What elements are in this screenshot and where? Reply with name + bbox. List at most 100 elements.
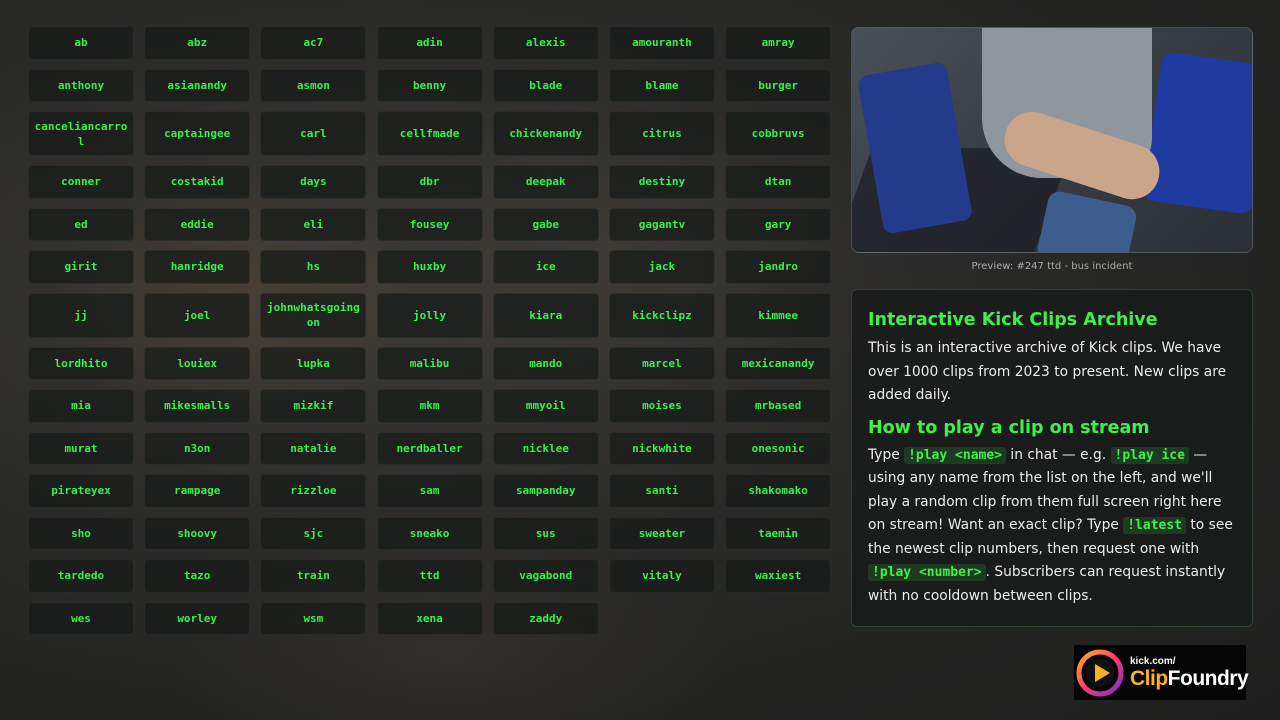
name-button-mrbased[interactable]: mrbased (725, 389, 832, 423)
name-button-marcel[interactable]: marcel (608, 346, 715, 380)
name-button-ttd[interactable]: ttd (376, 559, 483, 593)
name-button-mexicanandy[interactable]: mexicanandy (725, 346, 832, 380)
name-button-kickclipz[interactable]: kickclipz (608, 292, 715, 338)
name-button-gagantv[interactable]: gagantv (608, 207, 715, 241)
name-button-sus[interactable]: sus (492, 516, 599, 550)
name-button-mkm[interactable]: mkm (376, 389, 483, 423)
name-button-adin[interactable]: adin (376, 26, 483, 60)
name-button-mmyoil[interactable]: mmyoil (492, 389, 599, 423)
name-button-wes[interactable]: wes (28, 601, 134, 635)
name-button-sho[interactable]: sho (28, 516, 134, 550)
name-button-cobbruvs[interactable]: cobbruvs (725, 111, 832, 156)
name-button-fousey[interactable]: fousey (376, 207, 483, 241)
name-button-amouranth[interactable]: amouranth (608, 26, 715, 60)
name-button-kimmee[interactable]: kimmee (725, 292, 832, 338)
name-button-hs[interactable]: hs (260, 250, 367, 284)
preview-seat (1142, 51, 1252, 215)
name-button-natalie[interactable]: natalie (260, 431, 367, 465)
name-button-nerdballer[interactable]: nerdballer (376, 431, 483, 465)
name-button-wsm[interactable]: wsm (260, 601, 367, 635)
name-button-jj[interactable]: jj (28, 292, 134, 338)
name-button-citrus[interactable]: citrus (608, 111, 715, 156)
name-button-canceliancarrol[interactable]: canceliancarrol (28, 111, 134, 156)
name-button-sneako[interactable]: sneako (376, 516, 483, 550)
name-button-shakomako[interactable]: shakomako (725, 474, 832, 508)
name-button-days[interactable]: days (260, 165, 367, 199)
name-button-dbr[interactable]: dbr (376, 165, 483, 199)
name-button-girit[interactable]: girit (28, 250, 134, 284)
name-button-johnwhatsgoingon[interactable]: johnwhatsgoingon (260, 292, 367, 338)
name-button-lupka[interactable]: lupka (260, 346, 367, 380)
name-button-destiny[interactable]: destiny (608, 165, 715, 199)
name-button-amray[interactable]: amray (725, 26, 832, 60)
name-button-mando[interactable]: mando (492, 346, 599, 380)
name-button-cellfmade[interactable]: cellfmade (376, 111, 483, 156)
name-button-vagabond[interactable]: vagabond (492, 559, 599, 593)
name-button-rampage[interactable]: rampage (144, 474, 251, 508)
name-button-tazo[interactable]: tazo (144, 559, 251, 593)
info-title: Interactive Kick Clips Archive (868, 310, 1158, 330)
name-button-zaddy[interactable]: zaddy (492, 601, 599, 635)
name-button-gabe[interactable]: gabe (492, 207, 599, 241)
name-button-blame[interactable]: blame (608, 68, 715, 102)
name-button-mia[interactable]: mia (28, 389, 134, 423)
name-button-pirateyex[interactable]: pirateyex (28, 474, 134, 508)
name-button-ac7[interactable]: ac7 (260, 26, 367, 60)
name-button-waxiest[interactable]: waxiest (725, 559, 832, 593)
name-button-nickwhite[interactable]: nickwhite (608, 431, 715, 465)
name-button-gary[interactable]: gary (725, 207, 832, 241)
name-button-taemin[interactable]: taemin (725, 516, 832, 550)
name-button-lordhito[interactable]: lordhito (28, 346, 134, 380)
name-button-mikesmalls[interactable]: mikesmalls (144, 389, 251, 423)
name-button-rizzloe[interactable]: rizzloe (260, 474, 367, 508)
name-button-deepak[interactable]: deepak (492, 165, 599, 199)
name-button-ab[interactable]: ab (28, 26, 134, 60)
name-button-captaingee[interactable]: captaingee (144, 111, 251, 156)
name-button-jandro[interactable]: jandro (725, 250, 832, 284)
name-button-tardedo[interactable]: tardedo (28, 559, 134, 593)
name-button-blade[interactable]: blade (492, 68, 599, 102)
name-button-mizkif[interactable]: mizkif (260, 389, 367, 423)
name-button-murat[interactable]: murat (28, 431, 134, 465)
name-button-costakid[interactable]: costakid (144, 165, 251, 199)
name-button-sjc[interactable]: sjc (260, 516, 367, 550)
name-button-vitaly[interactable]: vitaly (608, 559, 715, 593)
name-button-dtan[interactable]: dtan (725, 165, 832, 199)
name-button-burger[interactable]: burger (725, 68, 832, 102)
name-button-asianandy[interactable]: asianandy (144, 68, 251, 102)
name-button-train[interactable]: train (260, 559, 367, 593)
name-button-xena[interactable]: xena (376, 601, 483, 635)
name-button-shoovy[interactable]: shoovy (144, 516, 251, 550)
logo-clip: Clip (1130, 666, 1168, 690)
name-button-louiex[interactable]: louiex (144, 346, 251, 380)
name-button-asmon[interactable]: asmon (260, 68, 367, 102)
name-button-kiara[interactable]: kiara (492, 292, 599, 338)
name-button-malibu[interactable]: malibu (376, 346, 483, 380)
name-button-n3on[interactable]: n3on (144, 431, 251, 465)
name-button-huxby[interactable]: huxby (376, 250, 483, 284)
name-button-onesonic[interactable]: onesonic (725, 431, 832, 465)
name-button-sweater[interactable]: sweater (608, 516, 715, 550)
name-button-benny[interactable]: benny (376, 68, 483, 102)
name-button-sam[interactable]: sam (376, 474, 483, 508)
clip-preview[interactable] (851, 27, 1253, 253)
name-button-eddie[interactable]: eddie (144, 207, 251, 241)
name-button-ed[interactable]: ed (28, 207, 134, 241)
name-button-ice[interactable]: ice (492, 250, 599, 284)
name-button-joel[interactable]: joel (144, 292, 251, 338)
name-button-alexis[interactable]: alexis (492, 26, 599, 60)
name-button-chickenandy[interactable]: chickenandy (492, 111, 599, 156)
name-button-sampanday[interactable]: sampanday (492, 474, 599, 508)
name-button-moises[interactable]: moises (608, 389, 715, 423)
name-button-worley[interactable]: worley (144, 601, 251, 635)
name-button-anthony[interactable]: anthony (28, 68, 134, 102)
name-button-santi[interactable]: santi (608, 474, 715, 508)
name-button-hanridge[interactable]: hanridge (144, 250, 251, 284)
name-button-nicklee[interactable]: nicklee (492, 431, 599, 465)
name-button-carl[interactable]: carl (260, 111, 367, 156)
name-button-conner[interactable]: conner (28, 165, 134, 199)
name-button-jack[interactable]: jack (608, 250, 715, 284)
name-button-jolly[interactable]: jolly (376, 292, 483, 338)
name-button-abz[interactable]: abz (144, 26, 251, 60)
name-button-eli[interactable]: eli (260, 207, 367, 241)
